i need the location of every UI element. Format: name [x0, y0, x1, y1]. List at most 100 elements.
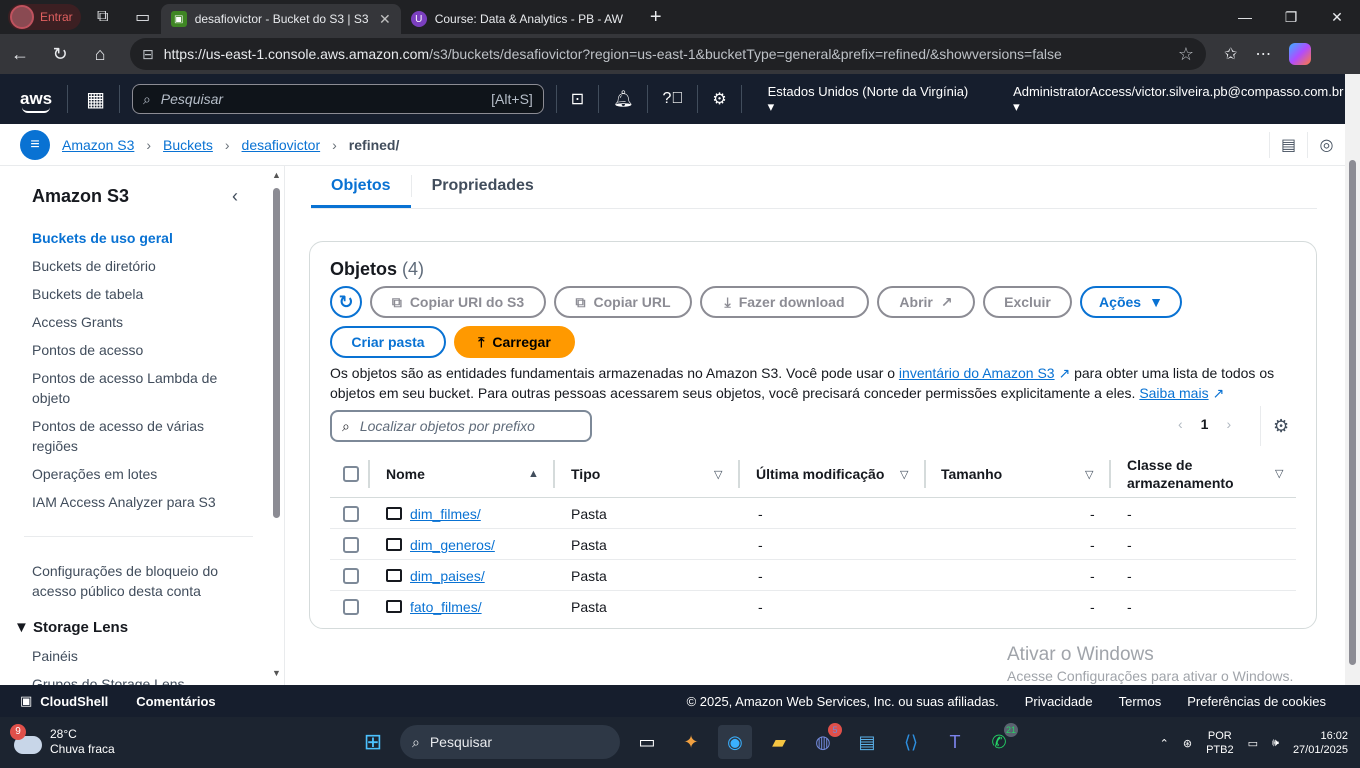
row-checkbox[interactable]	[343, 560, 359, 591]
settings-gear-icon[interactable]: ⚙	[712, 89, 726, 109]
file-explorer-icon[interactable]: ▰	[762, 725, 796, 759]
sidebar-item-lambda-access-points[interactable]: Pontos de acesso Lambda de objeto	[32, 368, 232, 408]
sidebar-item-access-grants[interactable]: Access Grants	[32, 312, 232, 332]
language-indicator[interactable]: POR PTB2	[1206, 729, 1234, 757]
region-selector[interactable]: Estados Unidos (Norte da Virgínia) ▾	[768, 84, 973, 115]
breadcrumb-bucket[interactable]: desafiovictor	[242, 137, 321, 153]
tab-objects[interactable]: Objetos	[311, 166, 411, 208]
services-grid-icon[interactable]: ▦	[86, 87, 105, 112]
site-info-icon[interactable]: ⊟	[142, 46, 154, 63]
prev-page-icon[interactable]: ‹	[1178, 416, 1183, 432]
sidebar-item-batch-operations[interactable]: Operações em lotes	[32, 464, 232, 484]
collapse-sidebar-icon[interactable]: ‹	[232, 186, 238, 207]
sidebar-item-block-public-access[interactable]: Configurações de bloqueio do acesso públ…	[32, 561, 232, 601]
copilot-icon[interactable]: ✦	[674, 725, 708, 759]
sidebar-item-storage-lens-groups[interactable]: Grupos do Storage Lens	[32, 674, 232, 685]
edge-icon[interactable]: ◉	[718, 725, 752, 759]
vscode-icon[interactable]: ⟨⟩	[894, 725, 928, 759]
sidebar-item-multiregion-access-points[interactable]: Pontos de acesso de várias regiões	[32, 416, 232, 456]
url-field[interactable]: ⊟ https://us-east-1.console.aws.amazon.c…	[130, 38, 1206, 70]
comments-link[interactable]: Comentários	[136, 694, 215, 709]
actions-dropdown[interactable]: Ações ▼	[1080, 286, 1182, 318]
discord-icon[interactable]: ◍ 5	[806, 723, 842, 759]
prefix-search-input[interactable]: ⌕ Localizar objetos por prefixo	[330, 410, 592, 442]
copy-s3-uri-button[interactable]: ⧉ Copiar URI do S3	[370, 286, 546, 318]
workspaces-icon[interactable]: ⧉	[85, 2, 121, 32]
aws-search-input[interactable]: ⌕ Pesquisar [Alt+S]	[131, 84, 544, 114]
row-checkbox[interactable]	[343, 529, 359, 560]
column-storage-class[interactable]: Classe de armazenamento ▽	[1127, 450, 1287, 498]
copilot-icon[interactable]	[1289, 43, 1312, 65]
aws-logo[interactable]: aws	[20, 89, 55, 113]
help-icon[interactable]: ?⃝	[662, 90, 683, 108]
create-folder-button[interactable]: Criar pasta	[330, 326, 446, 358]
sidebar-section-storage-lens[interactable]: ▼ Storage Lens	[14, 619, 128, 636]
close-window-icon[interactable]: ✕	[1314, 0, 1360, 34]
sidebar-item-iam-access-analyzer[interactable]: IAM Access Analyzer para S3	[32, 492, 232, 512]
open-button[interactable]: Abrir ↗	[877, 286, 975, 318]
clock[interactable]: 16:02 27/01/2025	[1293, 729, 1348, 757]
teams-icon[interactable]: T	[938, 725, 972, 759]
task-view-icon[interactable]: ▭	[630, 725, 664, 759]
inventory-link[interactable]: inventário do Amazon S3	[899, 365, 1055, 381]
table-row[interactable]: dim_filmes/Pasta - - -	[330, 498, 1296, 529]
tab-properties[interactable]: Propriedades	[412, 166, 554, 206]
whatsapp-icon[interactable]: ✆ 21	[982, 723, 1018, 759]
learn-more-link[interactable]: Saiba mais	[1139, 385, 1208, 401]
object-link[interactable]: fato_filmes/	[410, 599, 482, 615]
column-modified[interactable]: Última modificação ▽	[756, 450, 916, 498]
privacy-link[interactable]: Privacidade	[1025, 694, 1093, 709]
more-icon[interactable]: ⋯	[1255, 44, 1271, 64]
table-row[interactable]: fato_filmes/Pasta - - -	[330, 591, 1296, 622]
network-icon[interactable]: ⊛	[1183, 737, 1192, 750]
favorite-star-icon[interactable]: ☆	[1178, 44, 1194, 65]
menu-toggle-icon[interactable]: ≡	[20, 129, 50, 160]
show-hidden-icons-icon[interactable]: ⌃	[1160, 737, 1169, 750]
info-panel-icon[interactable]: ▤	[1269, 132, 1307, 158]
profile-button[interactable]: Entrar	[8, 4, 81, 30]
column-size[interactable]: Tamanho ▽	[941, 450, 1101, 498]
refresh-button[interactable]: ↻	[330, 286, 362, 318]
taskbar-search[interactable]: ⌕ Pesquisar	[400, 725, 620, 759]
reload-icon[interactable]: ↻	[40, 44, 80, 65]
row-checkbox[interactable]	[343, 591, 359, 622]
object-link[interactable]: dim_generos/	[410, 537, 495, 553]
weather-widget[interactable]: 9 28°C Chuva fraca	[10, 724, 115, 757]
upload-button[interactable]: ⤒ Carregar	[454, 326, 575, 358]
notifications-icon[interactable]: 🔔︎	[613, 89, 633, 109]
page-scrollbar[interactable]	[1345, 74, 1360, 685]
column-type[interactable]: Tipo ▽	[571, 450, 731, 498]
object-link[interactable]: dim_filmes/	[410, 506, 481, 522]
sidebar-item-dashboards[interactable]: Painéis	[32, 646, 232, 666]
browser-tab-active[interactable]: ▣ desafiovictor - Bucket do S3 | S3 | ✕	[160, 4, 401, 34]
notepad-icon[interactable]: ▤	[850, 725, 884, 759]
object-link[interactable]: dim_paises/	[410, 568, 485, 584]
terms-link[interactable]: Termos	[1119, 694, 1162, 709]
download-button[interactable]: ⤓ Fazer download	[700, 286, 869, 318]
sidebar-item-general-buckets[interactable]: Buckets de uso geral	[32, 228, 232, 248]
row-checkbox[interactable]	[343, 498, 359, 529]
copy-url-button[interactable]: ⧉ Copiar URL	[554, 286, 692, 318]
account-menu[interactable]: AdministratorAccess/victor.silveira.pb@c…	[1013, 84, 1345, 115]
new-tab-icon[interactable]: +	[641, 6, 671, 29]
delete-button[interactable]: Excluir	[983, 286, 1072, 318]
display-icon[interactable]: ▭	[1248, 737, 1258, 750]
sidebar-item-directory-buckets[interactable]: Buckets de diretório	[32, 256, 232, 276]
table-settings-icon[interactable]: ⚙	[1273, 416, 1289, 437]
home-icon[interactable]: ⌂	[80, 44, 120, 65]
table-row[interactable]: dim_paises/Pasta - - -	[330, 560, 1296, 591]
cookie-preferences-link[interactable]: Preferências de cookies	[1187, 694, 1326, 709]
minimize-icon[interactable]: —	[1222, 0, 1268, 34]
browser-tab[interactable]: U Course: Data & Analytics - PB - AW	[401, 4, 641, 34]
back-icon[interactable]: ←	[0, 44, 40, 65]
tab-actions-icon[interactable]: ▭	[125, 2, 161, 32]
sidebar-item-table-buckets[interactable]: Buckets de tabela	[32, 284, 232, 304]
breadcrumb-buckets[interactable]: Buckets	[163, 137, 213, 153]
cloudshell-icon[interactable]: ⊡	[571, 89, 584, 109]
sidebar-item-access-points[interactable]: Pontos de acesso	[32, 340, 232, 360]
table-row[interactable]: dim_generos/Pasta - - -	[330, 529, 1296, 560]
sidebar-scrollbar[interactable]: ▲ ▼	[270, 170, 282, 685]
breadcrumb-amazon-s3[interactable]: Amazon S3	[62, 137, 134, 153]
close-tab-icon[interactable]: ✕	[379, 11, 391, 28]
volume-icon[interactable]: 🕪︎	[1272, 737, 1279, 750]
